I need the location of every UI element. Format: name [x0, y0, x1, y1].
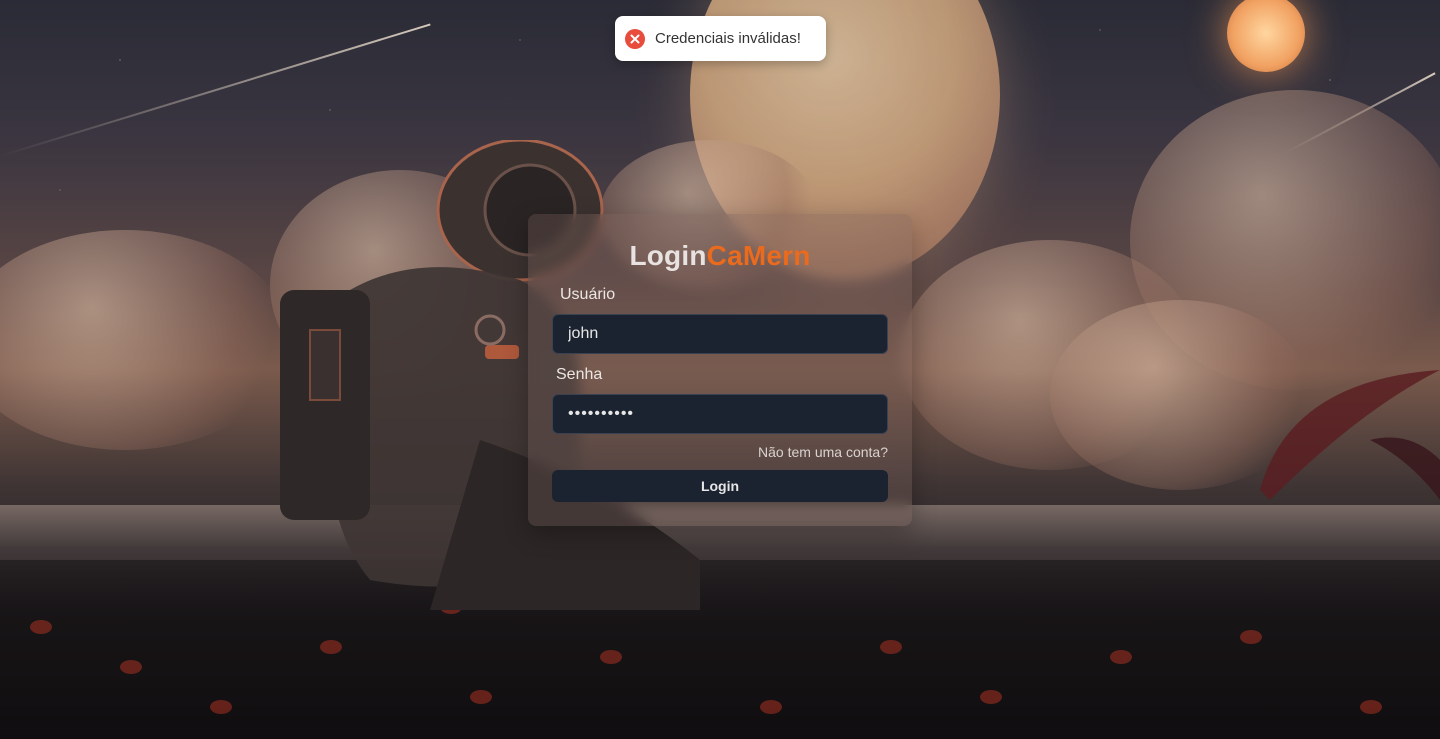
- password-label: Senha: [556, 366, 603, 383]
- flower: [1110, 650, 1132, 664]
- login-card: LoginCaMern Usuário Senha Não tem uma co…: [528, 214, 912, 526]
- flower: [320, 640, 342, 654]
- flower: [760, 700, 782, 714]
- flower: [880, 640, 902, 654]
- brand-title: LoginCaMern: [528, 240, 912, 272]
- error-circle-icon: [625, 28, 645, 49]
- brand-accent-text: CaMern: [706, 240, 811, 271]
- flower: [120, 660, 142, 674]
- username-label: Usuário: [560, 286, 616, 303]
- leaf-plant: [1260, 370, 1440, 500]
- flower: [1240, 630, 1262, 644]
- password-input[interactable]: [552, 394, 888, 434]
- flower: [600, 650, 622, 664]
- flower: [980, 690, 1002, 704]
- brand-main-text: Login: [629, 240, 707, 271]
- error-toast: Credenciais inválidas!: [615, 16, 826, 61]
- flower: [30, 620, 52, 634]
- flower: [470, 690, 492, 704]
- signup-link[interactable]: Não tem uma conta?: [758, 444, 888, 460]
- flower: [210, 700, 232, 714]
- login-page: Credenciais inválidas! LoginCaMern Usuár…: [0, 0, 1440, 739]
- toast-message: Credenciais inválidas!: [655, 30, 801, 47]
- login-button[interactable]: Login: [552, 470, 888, 502]
- username-input[interactable]: [552, 314, 888, 354]
- flower: [1360, 700, 1382, 714]
